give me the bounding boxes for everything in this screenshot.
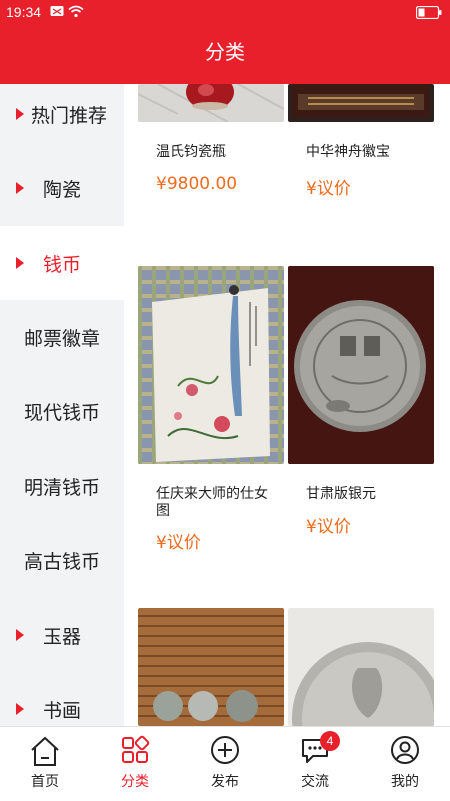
product-grid[interactable]: 温氏钧瓷瓶 ¥9800.00 中华神舟徽宝 ¥议价 任庆来大师的仕女图 ¥议价 … <box>124 84 450 726</box>
product-title: 任庆来大师的仕女图 <box>156 486 268 519</box>
sidebar-item-label: 钱币 <box>42 253 81 276</box>
product-image[interactable] <box>138 84 284 122</box>
selection-marker-icon <box>16 182 24 194</box>
product-image[interactable] <box>138 266 284 464</box>
tab-label: 我的 <box>391 774 419 790</box>
sidebar-item-ceramics[interactable]: 陶瓷 <box>0 151 124 225</box>
sidebar-item-label: 邮票徽章 <box>23 327 100 350</box>
category-sidebar[interactable]: 热门推荐 陶瓷 钱币 邮票徽章 现代钱币 明清钱币 高古钱币 玉器 书画 <box>0 84 124 726</box>
tab-label: 首页 <box>31 774 59 790</box>
sidebar-item-hot[interactable]: 热门推荐 <box>0 84 124 151</box>
sidebar-item-calligraphy[interactable]: 书画 <box>0 672 124 726</box>
plus-circle-icon <box>211 736 239 764</box>
product-price: ¥议价 <box>306 179 351 199</box>
message-icon <box>50 5 64 21</box>
sidebar-item-modern-coins[interactable]: 现代钱币 <box>0 374 124 448</box>
tab-label: 交流 <box>301 774 329 790</box>
sidebar-item-label: 高古钱币 <box>23 550 100 573</box>
app-header: 分类 <box>0 24 450 84</box>
selection-marker-icon <box>16 703 24 715</box>
product-image[interactable] <box>288 266 434 464</box>
tab-home[interactable]: 首页 <box>0 727 90 801</box>
sidebar-item-coins[interactable]: 钱币 <box>0 226 124 300</box>
sidebar-item-label: 陶瓷 <box>42 178 81 201</box>
unread-badge: 4 <box>320 731 340 751</box>
bottom-tab-bar: 首页 分类 发布 4 交流 我的 <box>0 726 450 801</box>
product-image[interactable] <box>138 608 284 726</box>
product-price: ¥议价 <box>156 533 201 553</box>
status-bar: 19:34 <box>0 0 450 24</box>
product-title: 中华神舟徽宝 <box>306 144 390 160</box>
status-time: 19:34 <box>6 4 42 20</box>
tab-mine[interactable]: 我的 <box>360 727 450 801</box>
battery-icon <box>415 5 442 23</box>
wifi-icon <box>68 5 84 22</box>
user-icon <box>391 736 419 764</box>
product-price: ¥议价 <box>306 517 351 537</box>
page-title: 分类 <box>205 40 245 64</box>
category-icon <box>122 735 150 763</box>
sidebar-item-label: 书画 <box>42 699 81 722</box>
product-image[interactable] <box>288 84 434 122</box>
sidebar-item-label: 热门推荐 <box>30 104 107 127</box>
sidebar-item-ming-qing-coins[interactable]: 明清钱币 <box>0 449 124 523</box>
sidebar-item-label: 玉器 <box>42 625 81 648</box>
selection-marker-icon <box>16 629 24 641</box>
product-title: 甘肃版银元 <box>306 486 376 502</box>
selection-marker-icon <box>16 257 24 269</box>
tab-label: 分类 <box>121 774 149 790</box>
sidebar-item-ancient-coins[interactable]: 高古钱币 <box>0 523 124 597</box>
sidebar-item-jade[interactable]: 玉器 <box>0 598 124 672</box>
tab-category[interactable]: 分类 <box>90 727 180 801</box>
tab-chat[interactable]: 4 交流 <box>270 727 360 801</box>
product-price: ¥9800.00 <box>156 174 238 194</box>
home-icon <box>31 736 59 766</box>
sidebar-item-label: 明清钱币 <box>23 476 100 499</box>
tab-publish[interactable]: 发布 <box>180 727 270 801</box>
selection-marker-icon <box>16 108 24 120</box>
product-image[interactable] <box>288 608 434 726</box>
sidebar-item-stamps-badges[interactable]: 邮票徽章 <box>0 300 124 374</box>
tab-label: 发布 <box>211 774 239 790</box>
product-title: 温氏钧瓷瓶 <box>156 144 226 160</box>
sidebar-item-label: 现代钱币 <box>23 401 100 424</box>
